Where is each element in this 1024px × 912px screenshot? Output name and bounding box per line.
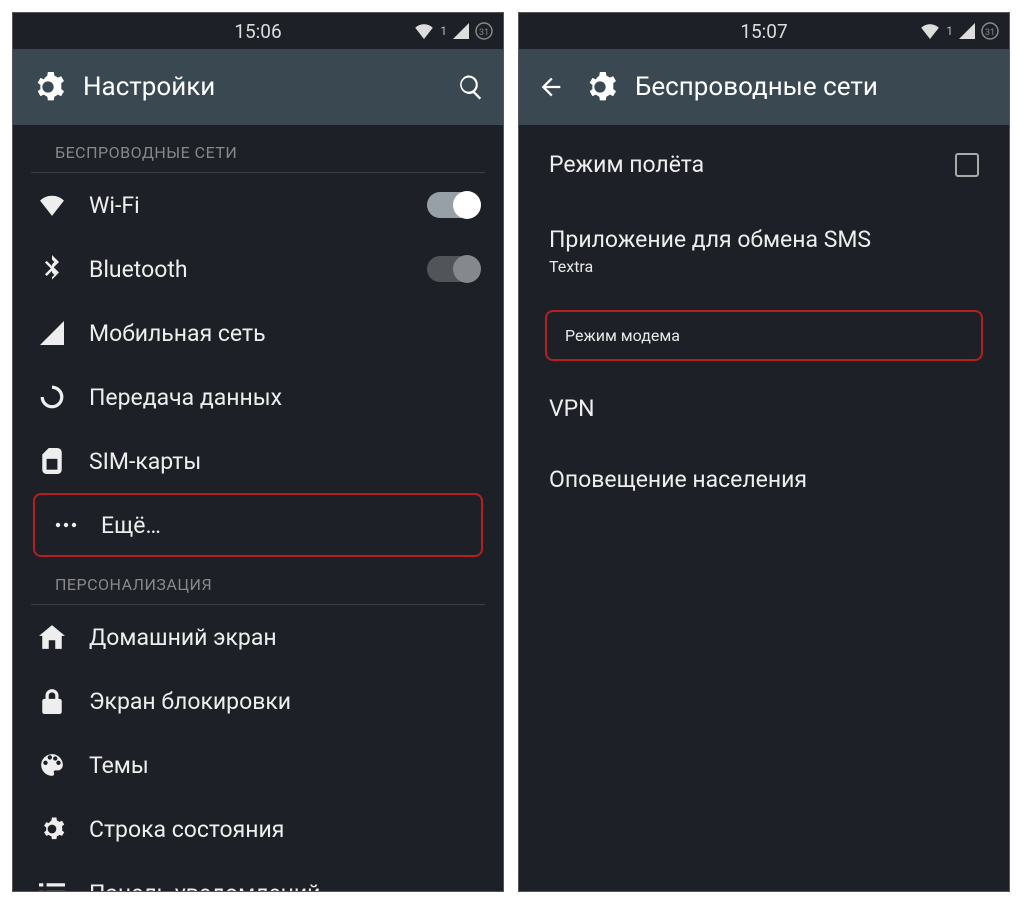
row-label: Панель уведомлений <box>89 880 479 892</box>
row-label: Приложение для обмена SMS <box>549 226 979 253</box>
row-sim[interactable]: SIM-карты <box>13 429 503 493</box>
row-subtitle: Textra <box>549 257 979 276</box>
row-themes[interactable]: Темы <box>13 733 503 797</box>
home-icon <box>37 625 67 649</box>
badge-icon: 31 <box>475 22 493 40</box>
gear-icon <box>583 70 617 104</box>
more-icon <box>53 521 79 529</box>
list-icon <box>37 883 67 891</box>
wifi-icon <box>414 23 434 39</box>
row-label: Режим полёта <box>549 151 933 178</box>
app-title: Настройки <box>83 72 439 102</box>
row-label: Мобильная сеть <box>89 320 479 347</box>
row-airplane[interactable]: Режим полёта <box>519 125 1009 204</box>
row-label: Ещё… <box>101 512 471 539</box>
app-title: Беспроводные сети <box>635 72 991 102</box>
settings-list: БЕСПРОВОДНЫЕ СЕТИ Wi-Fi Bluetooth Мобиль… <box>13 125 503 891</box>
row-tethering[interactable]: Режим модема <box>545 310 983 361</box>
row-statusbar[interactable]: Строка состояния <box>13 797 503 861</box>
signal-icon <box>959 23 975 39</box>
row-label: Wi-Fi <box>89 192 405 219</box>
wireless-list: Режим полёта Приложение для обмена SMS T… <box>519 125 1009 891</box>
sim-number: 1 <box>946 24 953 38</box>
row-label: Домашний экран <box>89 624 479 651</box>
row-lock[interactable]: Экран блокировки <box>13 669 503 733</box>
phone-right: 15:07 1 31 Беспроводные сети Режим полёт… <box>518 12 1010 892</box>
signal-icon <box>37 321 67 345</box>
wifi-toggle[interactable] <box>427 192 479 218</box>
row-wifi[interactable]: Wi-Fi <box>13 173 503 237</box>
svg-text:31: 31 <box>985 28 995 38</box>
data-usage-icon <box>37 384 67 410</box>
status-bar: 15:07 1 31 <box>519 13 1009 49</box>
row-label: SIM-карты <box>89 448 479 475</box>
row-label: Оповещение населения <box>549 466 979 493</box>
gear-icon <box>31 70 65 104</box>
row-label: VPN <box>549 395 979 422</box>
status-time: 15:06 <box>234 20 281 43</box>
back-icon[interactable] <box>537 73 565 101</box>
section-wireless: БЕСПРОВОДНЫЕ СЕТИ <box>31 125 485 173</box>
search-icon[interactable] <box>457 73 485 101</box>
gear-small-icon <box>37 816 67 842</box>
wifi-icon <box>37 194 67 216</box>
row-label: Передача данных <box>89 384 479 411</box>
wifi-icon <box>920 23 940 39</box>
status-time: 15:07 <box>740 20 787 43</box>
row-broadcast[interactable]: Оповещение населения <box>519 444 1009 515</box>
app-bar: Настройки <box>13 49 503 125</box>
airplane-checkbox[interactable] <box>955 153 979 177</box>
bluetooth-icon <box>37 255 67 283</box>
row-sms-app[interactable]: Приложение для обмена SMS Textra <box>519 204 1009 298</box>
row-home[interactable]: Домашний экран <box>13 605 503 669</box>
sim-number: 1 <box>440 24 447 38</box>
row-mobile[interactable]: Мобильная сеть <box>13 301 503 365</box>
row-label: Строка состояния <box>89 816 479 843</box>
row-label: Экран блокировки <box>89 688 479 715</box>
row-label: Темы <box>89 752 479 779</box>
palette-icon <box>37 752 67 778</box>
sim-icon <box>37 448 67 474</box>
row-label: Bluetooth <box>89 256 405 283</box>
svg-text:31: 31 <box>479 28 489 38</box>
row-label: Режим модема <box>565 326 680 345</box>
status-right: 1 31 <box>920 13 999 49</box>
phone-left: 15:06 1 31 Настройки БЕСПРОВОДНЫЕ СЕТИ <box>12 12 504 892</box>
status-bar: 15:06 1 31 <box>13 13 503 49</box>
row-more[interactable]: Ещё… <box>33 493 483 557</box>
status-right: 1 31 <box>414 13 493 49</box>
row-data[interactable]: Передача данных <box>13 365 503 429</box>
section-personalization: ПЕРСОНАЛИЗАЦИЯ <box>31 557 485 605</box>
app-bar: Беспроводные сети <box>519 49 1009 125</box>
signal-icon <box>453 23 469 39</box>
row-vpn[interactable]: VPN <box>519 373 1009 444</box>
bluetooth-toggle[interactable] <box>427 256 479 282</box>
lock-icon <box>37 688 67 714</box>
row-notifications[interactable]: Панель уведомлений <box>13 861 503 891</box>
row-bluetooth[interactable]: Bluetooth <box>13 237 503 301</box>
badge-icon: 31 <box>981 22 999 40</box>
